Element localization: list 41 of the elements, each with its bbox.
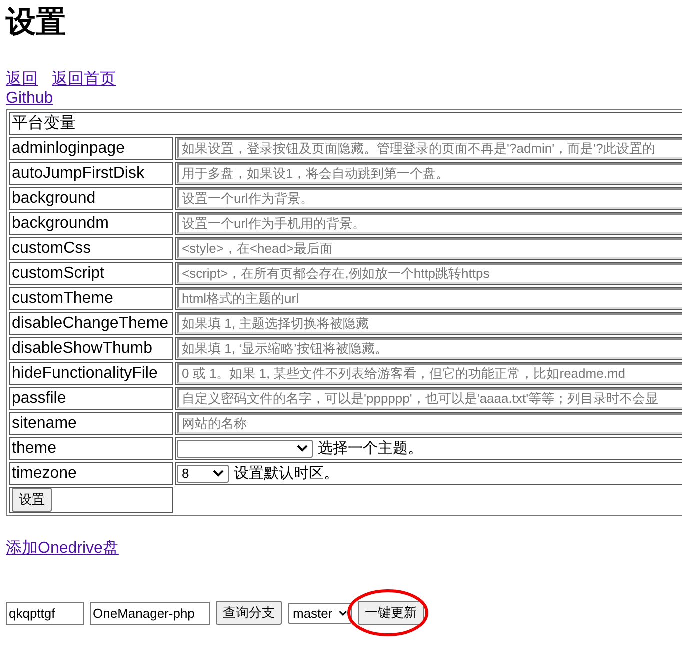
setting-input[interactable]: 如果填 1, 主题选择切换将被隐藏 xyxy=(177,313,682,334)
setting-input[interactable]: 用于多盘，如果设1，将会自动跳到第一个盘。 xyxy=(177,163,682,184)
setting-input[interactable]: 如果设置，登录按钮及页面隐藏。管理登录的页面不再是'?admin'，而是'?此设置的 xyxy=(177,138,682,159)
setting-note: 选择一个主题。 xyxy=(318,438,423,458)
setting-input[interactable]: <script>，在所有页都会存在,例如放一个http跳转https xyxy=(177,263,682,284)
back-link[interactable]: 返回首页 xyxy=(52,69,116,90)
setting-name: adminloginpage xyxy=(9,137,173,160)
dropdown[interactable]: 8 xyxy=(177,464,229,482)
query-branch-button[interactable]: 查询分支 xyxy=(216,601,282,625)
setting-name: customCss xyxy=(9,237,173,260)
setting-name: customTheme xyxy=(9,287,173,310)
setting-name: backgroundm xyxy=(9,212,173,235)
setting-name: hideFunctionalityFile xyxy=(9,362,173,385)
setting-input[interactable]: 设置一个url作为背景。 xyxy=(177,188,682,209)
setting-name: passfile xyxy=(9,387,173,410)
table-header: 平台变量 xyxy=(9,112,682,135)
setting-name: background xyxy=(9,187,173,210)
setting-name: sitename xyxy=(9,412,173,435)
user-field[interactable]: qkqpttgf xyxy=(6,602,84,624)
setting-name: disableChangeTheme xyxy=(9,312,173,335)
setting-name: customScript xyxy=(9,262,173,285)
repo-field[interactable]: OneManager-php xyxy=(90,602,210,624)
update-button[interactable]: 一键更新 xyxy=(358,601,424,625)
setting-input[interactable]: 如果填 1, ‘显示缩略’按钮将被隐藏。 xyxy=(177,338,682,359)
save-button[interactable]: 设置 xyxy=(12,488,52,512)
branch-dropdown[interactable]: master xyxy=(288,602,352,624)
setting-name: autoJumpFirstDisk xyxy=(9,162,173,185)
github-link[interactable]: Github xyxy=(6,90,54,107)
setting-input[interactable]: html格式的主题的url xyxy=(177,288,682,309)
setting-name: disableShowThumb xyxy=(9,337,173,360)
add-onedrive-link[interactable]: 添加Onedrive盘 xyxy=(6,540,119,557)
back-link[interactable]: 返回 xyxy=(6,69,38,90)
setting-input[interactable]: 0 或 1。如果 1, 某些文件不列表给游客看，但它的功能正常，比如readme.md xyxy=(177,363,682,384)
setting-name: theme xyxy=(9,437,173,460)
setting-input[interactable]: 设置一个url作为手机用的背景。 xyxy=(177,213,682,234)
setting-name: timezone xyxy=(9,462,173,485)
setting-input[interactable]: 自定义密码文件的名字，可以是'pppppp'，也可以是'aaaa.txt'等等；列目录时不会显 xyxy=(177,388,682,409)
page-title: 设置 xyxy=(6,5,67,41)
setting-note: 设置默认时区。 xyxy=(234,464,339,484)
setting-input[interactable]: 网站的名称 xyxy=(177,413,682,434)
setting-input[interactable]: <style>，在<head>最后面 xyxy=(177,238,682,259)
